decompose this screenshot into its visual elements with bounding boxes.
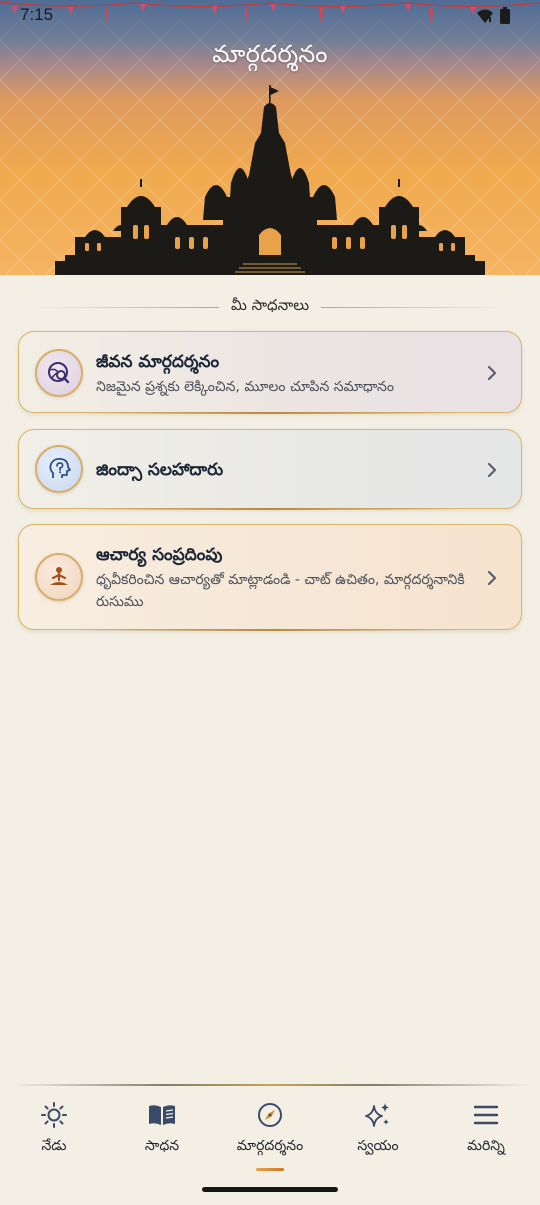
section-header: మీ సాధనాలు	[32, 296, 509, 318]
wifi-icon	[477, 9, 493, 23]
nav-item-sadhana[interactable]: సాధన	[108, 1100, 216, 1170]
card-subtitle: ధృవీకరించిన ఆచార్యతో మాట్లాడండి - చాట్ ఉ…	[96, 572, 465, 610]
card-text: జింద్సా సలహాదారు	[96, 458, 475, 482]
nav-item-today[interactable]: నేడు	[0, 1100, 108, 1170]
status-time: 7:15	[20, 5, 54, 24]
section-divider-left	[32, 306, 219, 308]
card-life-guidance[interactable]: జీవన మార్గదర్శనం నిజమైన ప్రశ్నకు లెక్కిం…	[18, 331, 522, 414]
menu-icon	[471, 1100, 501, 1130]
card-title: ఆచార్య సంప్రదింపు	[96, 545, 223, 565]
sparkles-icon	[363, 1100, 393, 1130]
card-subtitle: నిజమైన ప్రశ్నకు లెక్కించిన, మూలం చూపిన స…	[96, 379, 394, 395]
nav-label: స్వయం	[357, 1138, 399, 1154]
nav-label: సాధన	[144, 1138, 180, 1154]
compass-icon	[255, 1100, 285, 1130]
temple-illustration	[55, 85, 485, 275]
card-title: జీవన మార్గదర్శనం	[96, 352, 220, 372]
battery-icon	[500, 7, 510, 24]
card-title: జింద్సా సలహాదారు	[96, 460, 224, 480]
section-divider-right	[321, 306, 509, 308]
card-jyotish-advisor[interactable]: జింద్సా సలహాదారు	[18, 429, 522, 510]
card-acharya-consultation[interactable]: ఆచార్య సంప్రదింపు ధృవీకరించిన ఆచార్యతో మ…	[18, 524, 522, 631]
chevron-right-icon	[487, 570, 497, 586]
card-text: ఆచార్య సంప్రదింపు ధృవీకరించిన ఆచార్యతో మ…	[96, 543, 475, 613]
nav-label: మరిన్ని	[467, 1138, 505, 1154]
status-bar: 7:15	[0, 0, 540, 32]
page-title: మార్గదర్శనం	[212, 40, 328, 68]
nav-item-self[interactable]: స్వయం	[324, 1100, 432, 1170]
header-banner: 7:15 మార్గదర్శనం	[0, 0, 540, 275]
sun-icon	[39, 1100, 69, 1130]
globe-search-icon	[35, 349, 83, 397]
book-icon	[147, 1100, 177, 1130]
bottom-nav: నేడు సాధన మార్గదర్శనం స్వయం మరిన్ని	[0, 1086, 540, 1174]
home-gesture-bar[interactable]	[202, 1187, 338, 1192]
head-question-icon	[35, 445, 83, 493]
nav-item-more[interactable]: మరిన్ని	[432, 1100, 540, 1170]
status-icons	[476, 7, 510, 24]
active-tab-indicator	[256, 1168, 284, 1171]
nav-label: మార్గదర్శనం	[236, 1138, 304, 1154]
card-text: జీవన మార్గదర్శనం నిజమైన ప్రశ్నకు లెక్కిం…	[96, 350, 475, 398]
chevron-right-icon	[487, 462, 497, 478]
nav-label: నేడు	[41, 1138, 67, 1154]
meditation-icon	[35, 553, 83, 601]
chevron-right-icon	[487, 365, 497, 381]
nav-item-guidance[interactable]: మార్గదర్శనం	[216, 1100, 324, 1171]
section-label: మీ సాధనాలు	[230, 296, 310, 314]
